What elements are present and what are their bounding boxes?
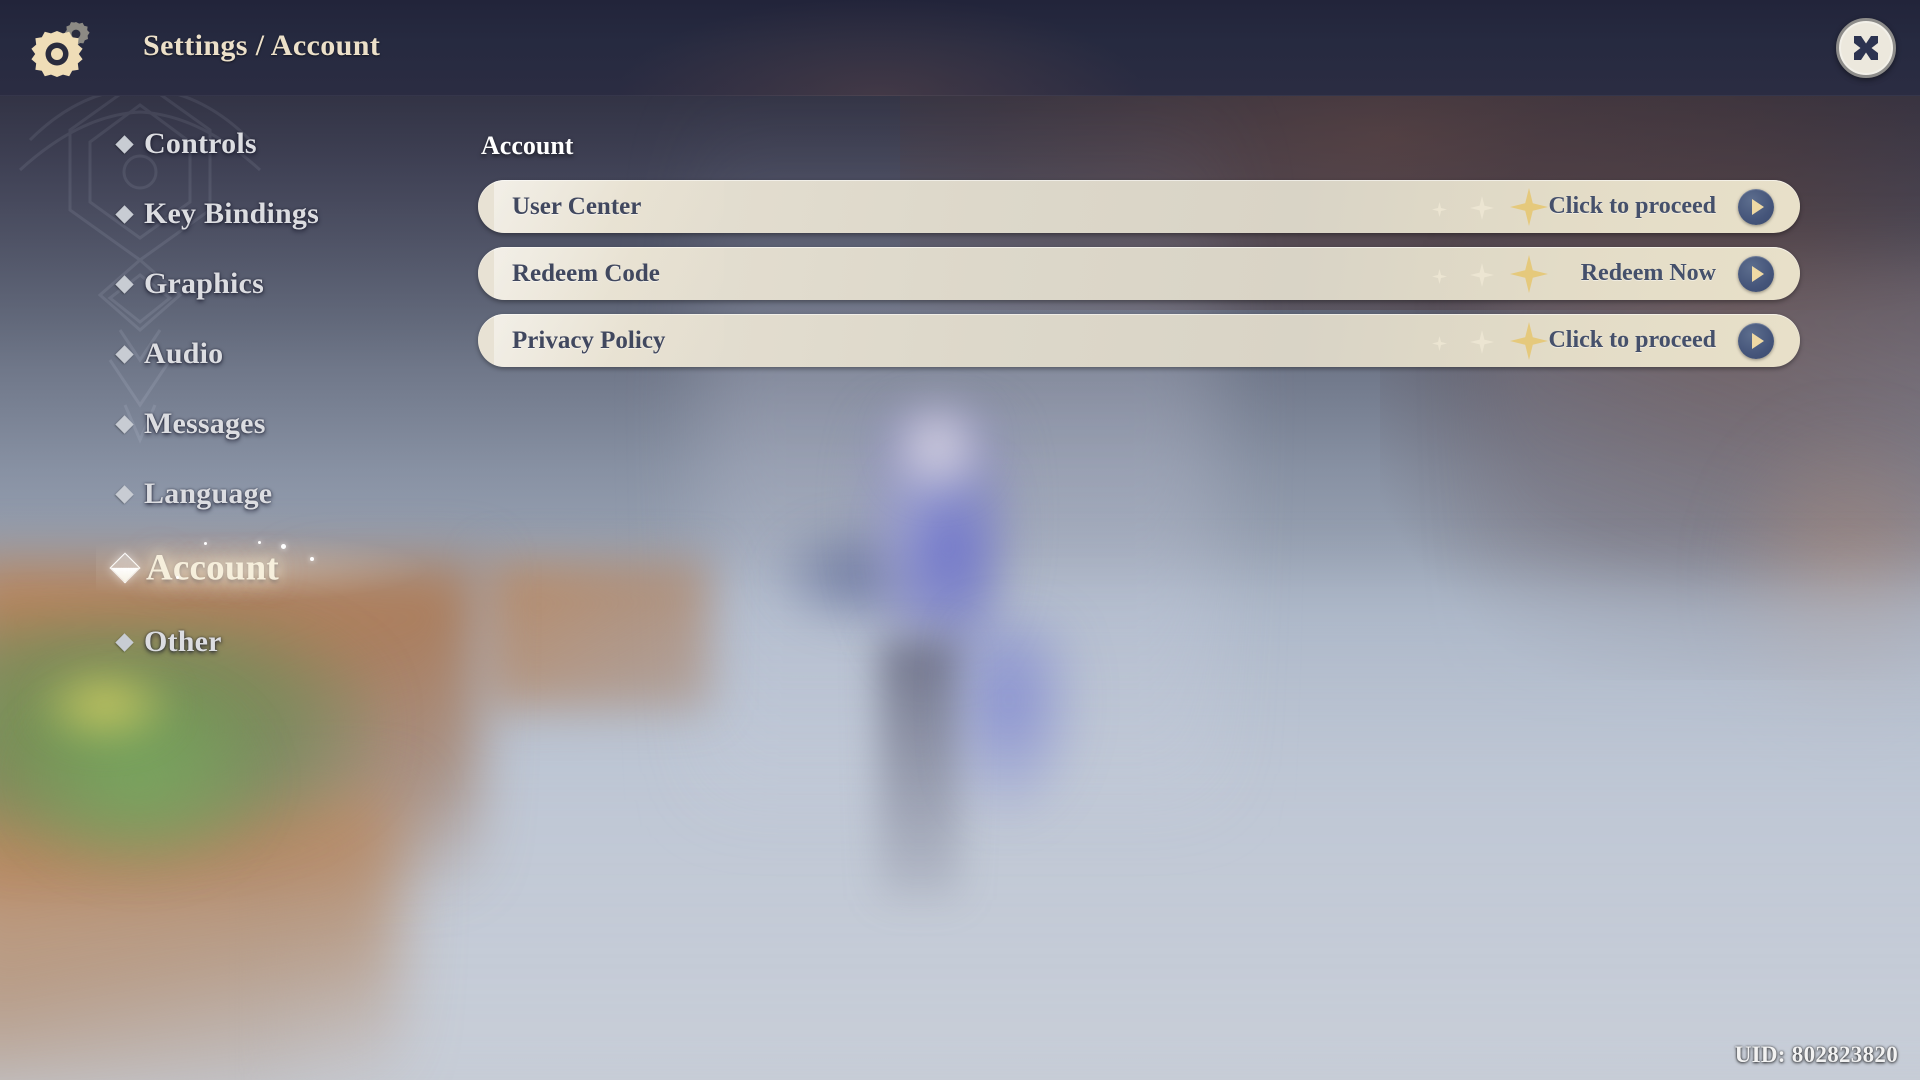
sidebar-item-label: Language xyxy=(144,477,273,510)
sidebar-item-graphics[interactable]: Graphics xyxy=(0,260,400,308)
background-character-cape xyxy=(960,620,1080,820)
row-action-label: Click to proceed xyxy=(1548,193,1716,219)
gear-icon xyxy=(30,14,98,82)
chevron-right-icon[interactable] xyxy=(1738,322,1774,359)
sidebar-item-label: Messages xyxy=(144,407,266,440)
diamond-bullet-icon xyxy=(115,135,134,154)
row-label: Redeem Code xyxy=(512,259,660,287)
diamond-bullet-icon xyxy=(109,552,141,584)
sidebar-item-key-bindings[interactable]: Key Bindings xyxy=(0,190,400,238)
close-x-icon xyxy=(1854,36,1878,60)
row-action-label: Redeem Now xyxy=(1580,260,1716,286)
sidebar-item-controls[interactable]: Controls xyxy=(0,120,400,168)
sidebar-item-label: Key Bindings xyxy=(144,197,319,230)
sidebar-item-label: Other xyxy=(144,625,222,658)
sidebar-item-label: Audio xyxy=(144,337,224,370)
chevron-right-icon[interactable] xyxy=(1738,255,1774,292)
sparkle-decoration xyxy=(1418,180,1568,233)
sidebar-item-label: Controls xyxy=(144,127,257,160)
sidebar-item-other[interactable]: Other xyxy=(0,618,400,666)
close-button[interactable] xyxy=(1836,18,1896,78)
row-redeem-code[interactable]: Redeem Code Redeem Now xyxy=(478,247,1800,300)
diamond-bullet-icon xyxy=(115,633,134,652)
diamond-bullet-icon xyxy=(115,205,134,224)
row-action-label: Click to proceed xyxy=(1548,327,1716,353)
background-planter-mid xyxy=(490,560,710,710)
sidebar-item-audio[interactable]: Audio xyxy=(0,330,400,378)
uid-label: UID: 802823820 xyxy=(1734,1042,1898,1067)
settings-sidebar: Controls Key Bindings Graphics Audio Mes… xyxy=(0,120,426,688)
section-title: Account xyxy=(481,131,574,160)
account-options-list: User Center Click to proceed Redeem Code… xyxy=(478,180,1800,381)
row-label: User Center xyxy=(512,192,642,220)
sidebar-item-label: Graphics xyxy=(144,267,264,300)
header-bar: Settings / Account xyxy=(0,0,1920,96)
header-sheen xyxy=(620,0,1140,96)
diamond-bullet-icon xyxy=(115,415,134,434)
sidebar-item-messages[interactable]: Messages xyxy=(0,400,400,448)
sparkle-decoration xyxy=(1418,247,1568,300)
sidebar-item-label: Account xyxy=(146,547,279,589)
chevron-right-icon[interactable] xyxy=(1738,188,1774,225)
sparkle-decoration xyxy=(1418,314,1568,367)
sidebar-item-language[interactable]: Language xyxy=(0,470,400,518)
sparkle-particle xyxy=(310,557,314,561)
sidebar-item-account[interactable]: Account xyxy=(0,534,426,602)
sparkle-particle xyxy=(258,541,261,544)
background-character-outfit xyxy=(888,470,998,640)
diamond-bullet-icon xyxy=(115,345,134,364)
sparkle-particle xyxy=(204,542,207,545)
row-privacy-policy[interactable]: Privacy Policy Click to proceed xyxy=(478,314,1800,367)
background-character-legs xyxy=(880,640,960,900)
diamond-bullet-icon xyxy=(115,485,134,504)
sparkle-particle xyxy=(281,544,286,549)
page-title: Settings / Account xyxy=(143,29,381,62)
diamond-bullet-icon xyxy=(115,275,134,294)
row-user-center[interactable]: User Center Click to proceed xyxy=(478,180,1800,233)
row-label: Privacy Policy xyxy=(512,326,666,354)
background-character-head xyxy=(892,400,982,490)
